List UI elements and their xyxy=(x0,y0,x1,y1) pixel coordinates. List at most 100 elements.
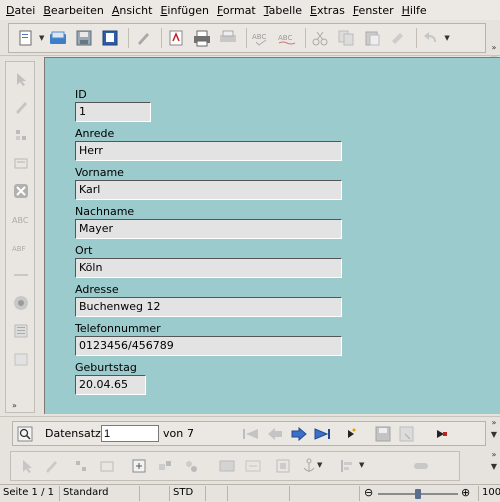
field-label-ort: Ort xyxy=(75,244,93,257)
line-control-icon[interactable] xyxy=(10,264,32,286)
form-navigator-icon[interactable] xyxy=(181,456,201,476)
menu-hilfe[interactable]: Hilfe xyxy=(398,4,431,17)
formatted-field-icon[interactable]: ABF xyxy=(10,236,32,258)
activation-order-icon[interactable] xyxy=(155,456,175,476)
form-design-toolbar-frame: ▼ ▼ xyxy=(10,451,460,481)
text-box-control-icon[interactable]: ABC xyxy=(10,208,32,230)
delete-record-icon[interactable] xyxy=(431,425,451,443)
alignment-icon[interactable] xyxy=(273,456,293,476)
spellcheck-icon[interactable]: ABC xyxy=(250,27,272,49)
find-record-icon[interactable] xyxy=(15,425,35,443)
field-label-geburtstag: Geburtstag xyxy=(75,361,137,374)
design-pencil-icon[interactable] xyxy=(41,456,61,476)
next-record-icon[interactable] xyxy=(289,425,309,443)
form-icon[interactable] xyxy=(97,456,117,476)
field-input-adresse[interactable]: Buchenweg 12 xyxy=(75,297,342,317)
anchor-dropdown-arrow[interactable]: ▼ xyxy=(317,461,322,469)
field-input-nachname[interactable]: Mayer xyxy=(75,219,342,239)
toolbar-separator xyxy=(128,28,130,48)
option-button-icon[interactable] xyxy=(10,292,32,314)
export-pdf-icon[interactable] xyxy=(165,27,187,49)
zoom-in-icon[interactable]: ⊕ xyxy=(461,486,470,499)
field-input-telefonnummer[interactable]: 0123456/456789 xyxy=(75,336,342,356)
position-size-icon[interactable] xyxy=(217,456,237,476)
first-record-icon[interactable] xyxy=(241,425,261,443)
record-number-input[interactable] xyxy=(101,425,159,442)
status-page-style[interactable]: Standard xyxy=(60,486,140,501)
standard-toolbar: ▼ ABC ABC ▼ » xyxy=(0,20,500,64)
undo-icon[interactable] xyxy=(420,27,442,49)
checkbox-control-icon[interactable] xyxy=(10,180,32,202)
menu-bearbeiten[interactable]: Bearbeiten xyxy=(39,4,107,17)
save-record-icon[interactable] xyxy=(373,425,393,443)
zoom-slider[interactable] xyxy=(378,489,458,499)
record-label: Datensatz xyxy=(45,427,101,440)
toolbar-separator xyxy=(246,28,248,48)
field-input-ort[interactable]: Köln xyxy=(75,258,342,278)
open-icon[interactable] xyxy=(47,27,69,49)
menu-einfuegen[interactable]: Einfügen xyxy=(156,4,213,17)
control-icon[interactable] xyxy=(71,456,91,476)
pencil-icon[interactable] xyxy=(132,27,154,49)
cut-icon[interactable] xyxy=(309,27,331,49)
svg-text:ABC: ABC xyxy=(252,33,266,41)
zoom-out-icon[interactable]: ⊖ xyxy=(364,486,373,499)
more-controls-icon[interactable]: » xyxy=(12,401,17,410)
select-pointer-icon[interactable] xyxy=(10,68,32,90)
zoom-slider-thumb[interactable] xyxy=(415,489,421,499)
print-preview-icon[interactable] xyxy=(217,27,239,49)
status-signature xyxy=(228,486,290,501)
undo-dropdown-arrow[interactable]: ▼ xyxy=(444,34,449,42)
field-input-vorname[interactable]: Karl xyxy=(75,180,342,200)
form-controls-toolbar-frame: ABC ABF » xyxy=(5,61,35,413)
print-icon[interactable] xyxy=(191,27,213,49)
status-modified xyxy=(206,486,228,501)
list-box-icon[interactable] xyxy=(10,320,32,342)
form-canvas: ID 1 Anrede Herr Vorname Karl Nachname M… xyxy=(44,57,500,414)
align-objects-icon[interactable] xyxy=(337,456,357,476)
toolbar-separator xyxy=(305,28,307,48)
design-mode-icon[interactable] xyxy=(10,96,32,118)
menu-fenster[interactable]: Fenster xyxy=(349,4,398,17)
form-controls-toolbar: ABC ABF » xyxy=(0,57,44,417)
new-dropdown-arrow[interactable]: ▼ xyxy=(39,34,44,42)
record-navigation-frame: Datensatz von 7 xyxy=(12,421,486,446)
form-design-toolbar: ▼ ▼ » ▼ xyxy=(0,449,500,483)
format-paintbrush-icon[interactable] xyxy=(387,27,409,49)
form-toolbar-overflow-icon[interactable]: » ▼ xyxy=(488,449,500,483)
anchor-icon[interactable] xyxy=(299,456,319,476)
zoom-level[interactable]: 100 xyxy=(478,486,500,501)
undo-record-icon[interactable] xyxy=(397,425,417,443)
svg-text:ABC: ABC xyxy=(278,34,292,42)
edit-mode-icon[interactable] xyxy=(99,27,121,49)
add-field-icon[interactable] xyxy=(129,456,149,476)
navigation-overflow-icon[interactable]: » ▼ xyxy=(488,417,500,451)
record-total-count: 7 xyxy=(187,427,194,440)
field-label-nachname: Nachname xyxy=(75,205,135,218)
copy-icon[interactable] xyxy=(335,27,357,49)
menu-extras[interactable]: Extras xyxy=(306,4,349,17)
previous-record-icon[interactable] xyxy=(265,425,285,443)
save-icon[interactable] xyxy=(73,27,95,49)
menu-tabelle[interactable]: Tabelle xyxy=(260,4,306,17)
form-properties-icon[interactable] xyxy=(10,152,32,174)
align-dropdown-arrow[interactable]: ▼ xyxy=(359,461,364,469)
control-properties-icon[interactable] xyxy=(10,124,32,146)
change-anchor-icon[interactable] xyxy=(243,456,263,476)
status-selection-mode[interactable]: STD xyxy=(170,486,206,501)
field-input-anrede[interactable]: Herr xyxy=(75,141,342,161)
menu-ansicht[interactable]: Ansicht xyxy=(108,4,157,17)
new-record-icon[interactable] xyxy=(341,425,361,443)
combo-box-icon[interactable] xyxy=(10,348,32,370)
menu-format[interactable]: Format xyxy=(213,4,260,17)
field-input-geburtstag[interactable]: 20.04.65 xyxy=(75,375,146,395)
menu-datei[interactable]: Datei xyxy=(2,4,39,17)
last-record-icon[interactable] xyxy=(313,425,333,443)
new-document-icon[interactable] xyxy=(15,27,37,49)
display-grid-icon[interactable] xyxy=(411,456,431,476)
paste-icon[interactable] xyxy=(361,27,383,49)
field-input-id[interactable]: 1 xyxy=(75,102,151,122)
field-label-id: ID xyxy=(75,88,87,101)
select-icon[interactable] xyxy=(17,456,37,476)
autospell-icon[interactable]: ABC xyxy=(276,27,298,49)
